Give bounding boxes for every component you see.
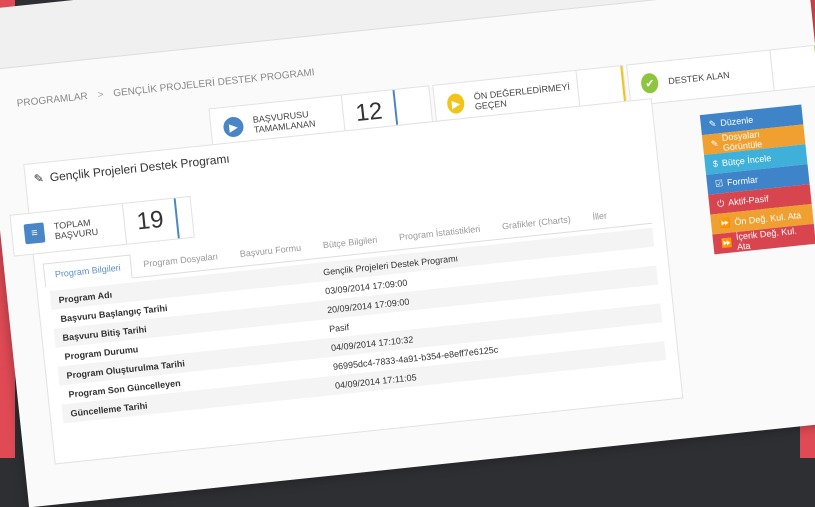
panel-title: ✎ Gençlik Projeleri Destek Programı [33, 152, 230, 186]
forward-icon: ⏩ [718, 217, 731, 229]
check-icon: ✔ [640, 72, 660, 95]
tab-butce-bilgileri[interactable]: Bütçe Bilgileri [312, 228, 389, 259]
assign-pre-eval-label: Ön Değ. Kul. Ata [733, 210, 802, 228]
pencil-icon: ✎ [708, 118, 717, 129]
forward-icon: ⏩ [720, 236, 733, 249]
stat-label: BAŞVURUSU TAMAMLANAN [252, 109, 316, 135]
tab-program-bilgileri[interactable]: Program Bilgileri [42, 254, 133, 288]
paperclip-icon: ✎ [710, 137, 719, 149]
panel-title-text: Gençlik Projeleri Destek Programı [49, 151, 231, 185]
breadcrumb-separator-icon: > [96, 89, 104, 101]
pencil-icon: ✎ [33, 171, 45, 187]
page: PROGRAMLAR > GENÇLİK PROJELERİ DESTEK PR… [0, 0, 815, 507]
stat-value: 19 [121, 198, 178, 244]
edit-button-label: Düzenle [719, 114, 754, 129]
stat-label: TOPLAM BAŞVURU [53, 217, 99, 242]
stat-toplam-basvuru: ≡ TOPLAM BAŞVURU 19 [9, 195, 195, 257]
program-panel: ✎ Gençlik Projeleri Destek Programı ≡ TO… [9, 98, 684, 465]
tab-iller[interactable]: İller [581, 203, 618, 229]
stat-destek-alan: ✔ DESTEK ALAN [626, 44, 815, 107]
stat-label: DESTEK ALAN [667, 69, 731, 87]
play-icon: ▶ [222, 115, 245, 138]
money-icon: $ [712, 158, 719, 170]
forms-label: Formlar [726, 174, 759, 188]
page-plane: PROGRAMLAR > GENÇLİK PROJELERİ DESTEK PR… [0, 0, 815, 507]
breadcrumb-programlar[interactable]: PROGRAMLAR [16, 91, 88, 109]
tab-basvuru-formu[interactable]: Başvuru Formu [229, 236, 312, 267]
checkbox-icon: ☑ [714, 177, 724, 189]
tab-grafikler[interactable]: Grafikler (Charts) [491, 207, 582, 239]
power-icon: ⏻ [716, 197, 725, 209]
play-icon: ▶ [446, 92, 466, 115]
tab-program-dosyalari[interactable]: Program Dosyaları [132, 244, 229, 277]
list-icon: ≡ [23, 222, 46, 245]
breadcrumb-current: GENÇLİK PROJELERİ DESTEK PROGRAMI [112, 67, 316, 100]
active-passive-label: Aktif-Pasif [727, 193, 770, 208]
budget-review-label: Bütçe İncele [721, 152, 772, 169]
action-menu: ✎ Düzenle ✎ Dosyaları Görüntüle $ Bütçe İnc… [699, 104, 815, 255]
stat-value [769, 45, 815, 91]
